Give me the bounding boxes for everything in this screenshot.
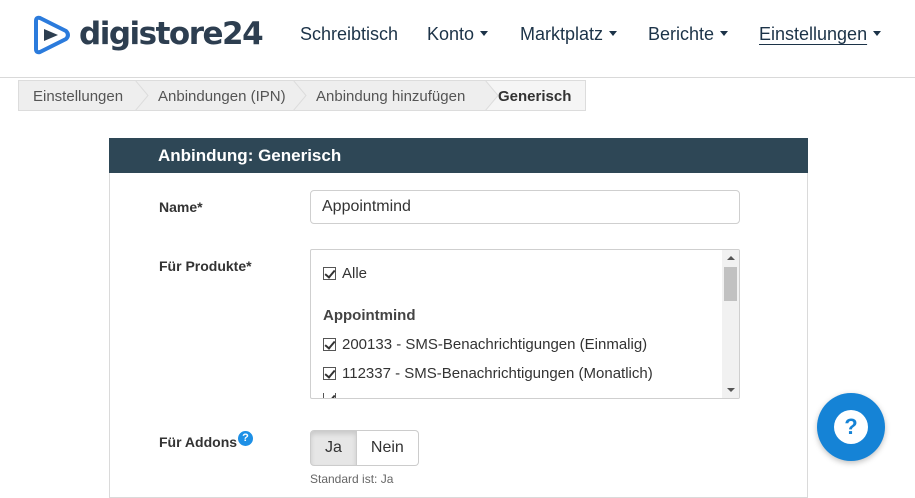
option-label: 112337 - SMS-Benachrichtigungen (Monatli… <box>342 365 653 382</box>
addons-hint: Standard ist: Ja <box>310 472 394 486</box>
breadcrumb-anbindungen[interactable]: Anbindungen (IPN) <box>136 80 307 111</box>
breadcrumb-label: Anbindung hinzufügen <box>316 88 466 105</box>
caret-down-icon <box>480 30 489 36</box>
name-label: Name* <box>159 199 203 215</box>
product-group-label: Appointmind <box>323 307 416 324</box>
nav-berichte[interactable]: Berichte <box>648 24 729 45</box>
logo-text: digistore24 <box>79 16 264 52</box>
form-panel: Anbindung: Generisch Name* Appointmind F… <box>109 138 808 498</box>
checkbox-checked-icon[interactable] <box>323 338 336 351</box>
nav-einstellungen[interactable]: Einstellungen <box>759 24 882 45</box>
scrollbar-thumb[interactable] <box>724 267 737 301</box>
product-option[interactable]: 200133 - SMS-Benachrichtigungen (Einmali… <box>323 336 647 353</box>
breadcrumb-hinzufuegen[interactable]: Anbindung hinzufügen <box>294 80 499 111</box>
nav-label: Schreibtisch <box>300 24 399 44</box>
top-header: digistore24 Schreibtisch Konto Marktplat… <box>0 0 915 78</box>
nav-label: Marktplatz <box>520 24 604 44</box>
panel-title: Anbindung: Generisch <box>109 138 808 173</box>
breadcrumb-generisch: Generisch <box>486 80 586 111</box>
caret-down-icon <box>720 30 729 36</box>
name-input[interactable]: Appointmind <box>310 190 740 224</box>
breadcrumb: Einstellungen Anbindungen (IPN) Anbindun… <box>18 80 586 111</box>
addons-yes-button[interactable]: Ja <box>310 430 357 466</box>
scroll-down-icon[interactable] <box>727 388 735 392</box>
breadcrumb-separator-icon <box>485 80 499 111</box>
addons-label-text: Für Addons <box>159 434 238 450</box>
checkbox-checked-icon[interactable] <box>323 267 336 280</box>
nav-label: Konto <box>427 24 475 44</box>
breadcrumb-separator-icon <box>135 80 149 111</box>
help-chat-button[interactable]: ? <box>817 393 885 461</box>
nav-konto[interactable]: Konto <box>427 24 489 45</box>
addons-label: Für Addons? <box>159 431 254 452</box>
nav-schreibtisch[interactable]: Schreibtisch <box>300 24 398 45</box>
product-option-partial[interactable] <box>323 393 342 398</box>
breadcrumb-label: Generisch <box>498 88 572 105</box>
option-label: Alle <box>342 265 368 282</box>
product-option[interactable]: 112337 - SMS-Benachrichtigungen (Monatli… <box>323 365 653 382</box>
checkbox-checked-icon[interactable] <box>323 367 336 380</box>
logo-icon <box>34 15 70 55</box>
caret-down-icon <box>609 30 618 36</box>
checkbox-checked-icon[interactable] <box>323 393 336 398</box>
breadcrumb-label: Einstellungen <box>33 88 124 105</box>
scroll-up-icon[interactable] <box>727 256 735 260</box>
nav-label: Berichte <box>648 24 715 44</box>
help-icon[interactable]: ? <box>238 431 254 446</box>
option-label: 200133 - SMS-Benachrichtigungen (Einmali… <box>342 336 648 353</box>
breadcrumb-label: Anbindungen (IPN) <box>158 88 286 105</box>
caret-down-icon <box>873 30 882 36</box>
addons-no-button[interactable]: Nein <box>356 430 419 466</box>
nav-marktplatz[interactable]: Marktplatz <box>520 24 618 45</box>
logo[interactable]: digistore24 <box>32 15 264 55</box>
product-option-all[interactable]: Alle <box>323 265 367 282</box>
products-listbox[interactable]: Alle Appointmind 200133 - SMS-Benachrich… <box>310 249 740 399</box>
breadcrumb-einstellungen[interactable]: Einstellungen <box>18 80 149 111</box>
products-label: Für Produkte* <box>159 258 252 274</box>
listbox-scrollbar[interactable] <box>722 250 739 398</box>
question-mark-icon: ? <box>834 410 868 444</box>
nav-label: Einstellungen <box>759 24 868 44</box>
breadcrumb-separator-icon <box>293 80 307 111</box>
addons-toggle: Ja Nein <box>310 430 419 466</box>
